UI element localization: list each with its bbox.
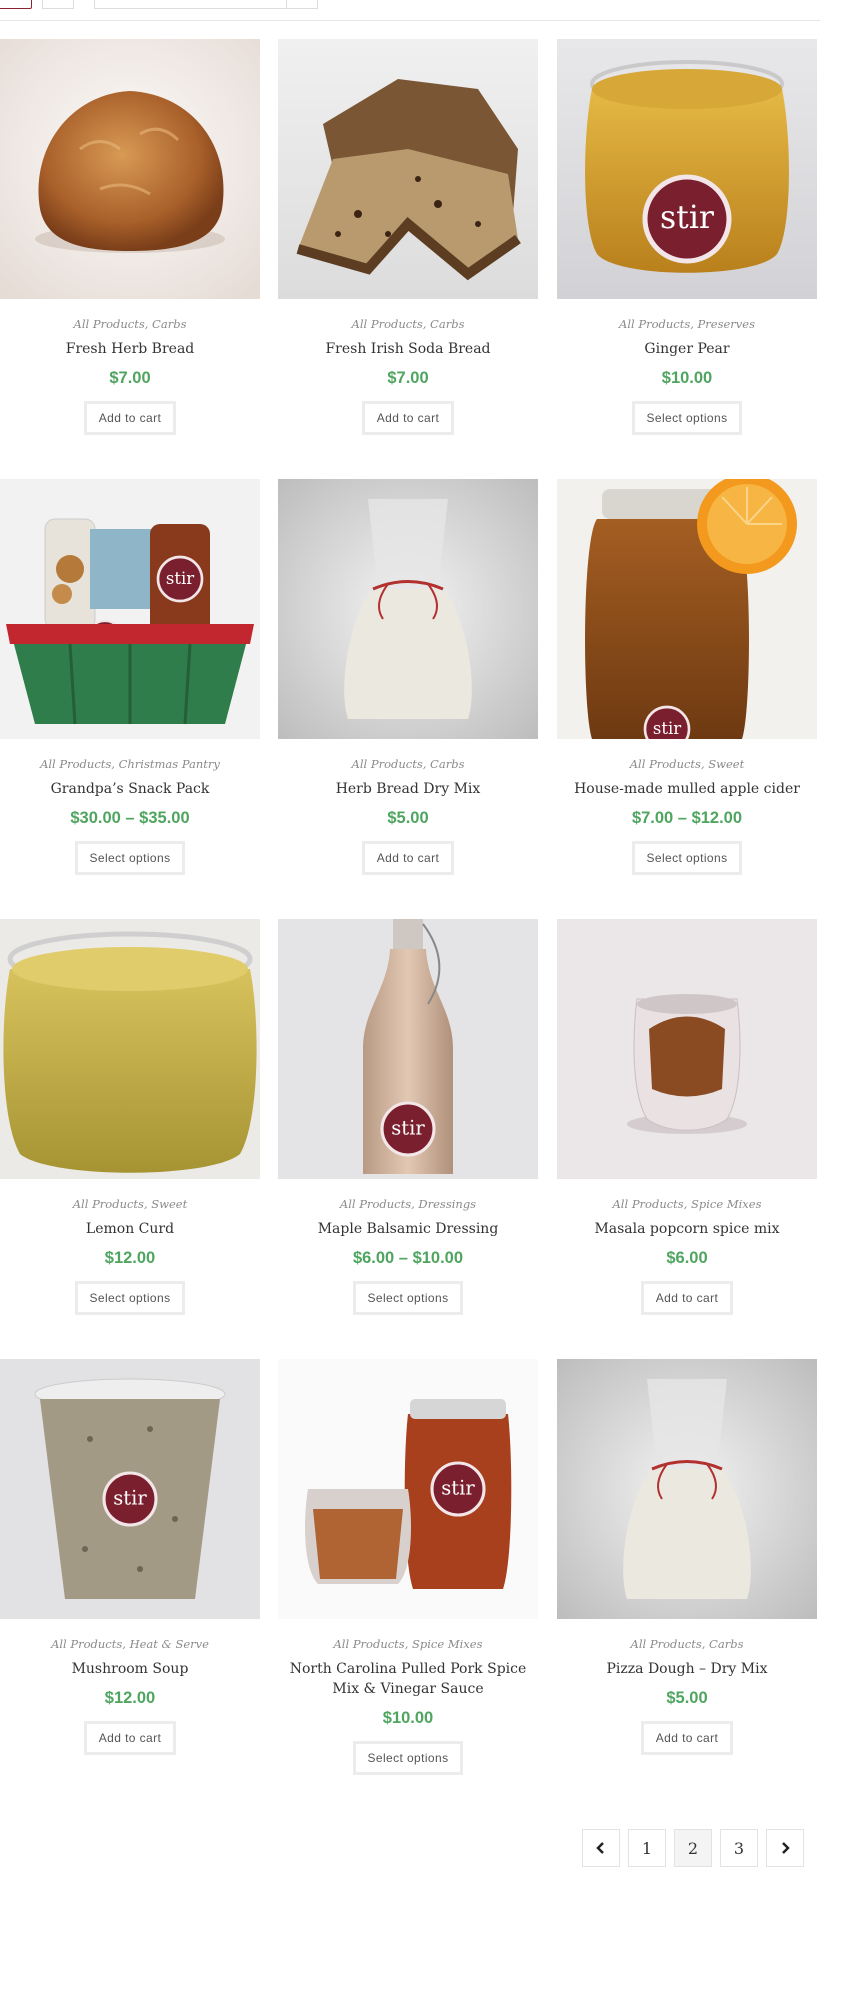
- product-image[interactable]: [0, 919, 260, 1179]
- pagination-page-1[interactable]: 1: [628, 1829, 666, 1867]
- product-image[interactable]: [278, 39, 538, 299]
- add-to-cart-button[interactable]: Add to cart: [640, 1721, 734, 1755]
- product-image[interactable]: stir stir: [0, 479, 260, 739]
- pagination: 123: [582, 1829, 804, 1867]
- product-title[interactable]: Lemon Curd: [0, 1219, 260, 1239]
- product-price: $6.00 – $10.00: [352, 1249, 464, 1267]
- product-title[interactable]: Mushroom Soup: [0, 1659, 260, 1679]
- product-image[interactable]: stir: [278, 1359, 538, 1619]
- product-title[interactable]: North Carolina Pulled Pork Spice Mix & V…: [278, 1659, 538, 1699]
- product-price: $7.00: [387, 369, 429, 387]
- product-categories[interactable]: All Products, Carbs: [557, 1637, 817, 1651]
- product-image[interactable]: stir: [557, 479, 817, 739]
- product-categories[interactable]: All Products, Sweet: [0, 1197, 260, 1211]
- product-price: $7.00: [109, 369, 151, 387]
- product-categories[interactable]: All Products, Spice Mixes: [557, 1197, 817, 1211]
- product-image[interactable]: [557, 919, 817, 1179]
- product-card: All Products, Spice Mixes Masala popcorn…: [557, 919, 817, 1315]
- product-card: All Products, Carbs Herb Bread Dry Mix $…: [278, 479, 538, 875]
- svg-text:stir: stir: [391, 1117, 425, 1140]
- select-options-button[interactable]: Select options: [74, 1281, 186, 1315]
- select-options-button[interactable]: Select options: [631, 841, 743, 875]
- product-title[interactable]: Masala popcorn spice mix: [557, 1219, 817, 1239]
- product-image[interactable]: [557, 1359, 817, 1619]
- product-card: All Products, Carbs Fresh Herb Bread $7.…: [0, 39, 260, 435]
- add-to-cart-button[interactable]: Add to cart: [83, 1721, 177, 1755]
- shop-toolbar: [0, 0, 820, 21]
- list-view-toggle[interactable]: [42, 0, 74, 9]
- product-price: $5.00: [666, 1689, 708, 1707]
- product-image[interactable]: stir: [278, 919, 538, 1179]
- product-price: $10.00: [382, 1709, 434, 1727]
- product-categories[interactable]: All Products, Carbs: [278, 317, 538, 331]
- product-title[interactable]: Fresh Irish Soda Bread: [278, 339, 538, 359]
- product-categories[interactable]: All Products, Sweet: [557, 757, 817, 771]
- product-categories[interactable]: All Products, Carbs: [0, 317, 260, 331]
- product-title[interactable]: Ginger Pear: [557, 339, 817, 359]
- select-options-button[interactable]: Select options: [352, 1281, 464, 1315]
- product-categories[interactable]: All Products, Carbs: [278, 757, 538, 771]
- product-categories[interactable]: All Products, Christmas Pantry: [0, 757, 260, 771]
- add-to-cart-button[interactable]: Add to cart: [640, 1281, 734, 1315]
- pagination-prev-button[interactable]: [582, 1829, 620, 1867]
- svg-text:stir: stir: [441, 1477, 475, 1500]
- product-card: stir All Products, Sweet House-made mull…: [557, 479, 817, 875]
- product-categories[interactable]: All Products, Spice Mixes: [278, 1637, 538, 1651]
- product-card: stir All Products, Preserves Ginger Pear…: [557, 39, 817, 435]
- select-options-button[interactable]: Select options: [74, 841, 186, 875]
- product-price: $12.00: [104, 1689, 156, 1707]
- product-title[interactable]: Herb Bread Dry Mix: [278, 779, 538, 799]
- chevron-right-icon: [780, 1842, 790, 1854]
- select-options-button[interactable]: Select options: [631, 401, 743, 435]
- product-price: $30.00 – $35.00: [70, 809, 190, 827]
- product-title[interactable]: Grandpa’s Snack Pack: [0, 779, 260, 799]
- product-image[interactable]: [0, 39, 260, 299]
- product-price: $10.00: [661, 369, 713, 387]
- add-to-cart-button[interactable]: Add to cart: [361, 841, 455, 875]
- add-to-cart-button[interactable]: Add to cart: [361, 401, 455, 435]
- product-image[interactable]: stir: [557, 39, 817, 299]
- product-card: All Products, Carbs Fresh Irish Soda Bre…: [278, 39, 538, 435]
- product-categories[interactable]: All Products, Heat & Serve: [0, 1637, 260, 1651]
- pagination-next-button[interactable]: [766, 1829, 804, 1867]
- pagination-page-2[interactable]: 2: [674, 1829, 712, 1867]
- product-title[interactable]: Pizza Dough – Dry Mix: [557, 1659, 817, 1679]
- product-price: $7.00 – $12.00: [631, 809, 743, 827]
- product-card: All Products, Sweet Lemon Curd $12.00 Se…: [0, 919, 260, 1315]
- product-price: $12.00: [104, 1249, 156, 1267]
- select-arrow-icon: [286, 0, 317, 8]
- product-categories[interactable]: All Products, Preserves: [557, 317, 817, 331]
- svg-text:stir: stir: [166, 569, 194, 588]
- product-image[interactable]: [278, 479, 538, 739]
- product-title[interactable]: House-made mulled apple cider: [557, 779, 817, 799]
- svg-text:stir: stir: [653, 719, 681, 738]
- chevron-left-icon: [596, 1842, 606, 1854]
- svg-text:stir: stir: [660, 200, 715, 236]
- product-image[interactable]: stir: [0, 1359, 260, 1619]
- product-title[interactable]: Maple Balsamic Dressing: [278, 1219, 538, 1239]
- add-to-cart-button[interactable]: Add to cart: [83, 401, 177, 435]
- product-card: All Products, Carbs Pizza Dough – Dry Mi…: [557, 1359, 817, 1755]
- product-card: stir All Products, Dressings Maple Balsa…: [278, 919, 538, 1315]
- product-card: stir All Products, Spice Mixes North Car…: [278, 1359, 538, 1775]
- product-categories[interactable]: All Products, Dressings: [278, 1197, 538, 1211]
- select-options-button[interactable]: Select options: [352, 1741, 464, 1775]
- grid-view-toggle[interactable]: [0, 0, 32, 9]
- product-card: stir All Products, Heat & Serve Mushroom…: [0, 1359, 260, 1755]
- product-price: $5.00: [387, 809, 429, 827]
- product-card: stir stir All Products, Christmas Pantry…: [0, 479, 260, 875]
- product-title[interactable]: Fresh Herb Bread: [0, 339, 260, 359]
- svg-text:stir: stir: [113, 1487, 147, 1510]
- product-price: $6.00: [666, 1249, 708, 1267]
- sort-select[interactable]: [94, 0, 318, 9]
- pagination-page-3[interactable]: 3: [720, 1829, 758, 1867]
